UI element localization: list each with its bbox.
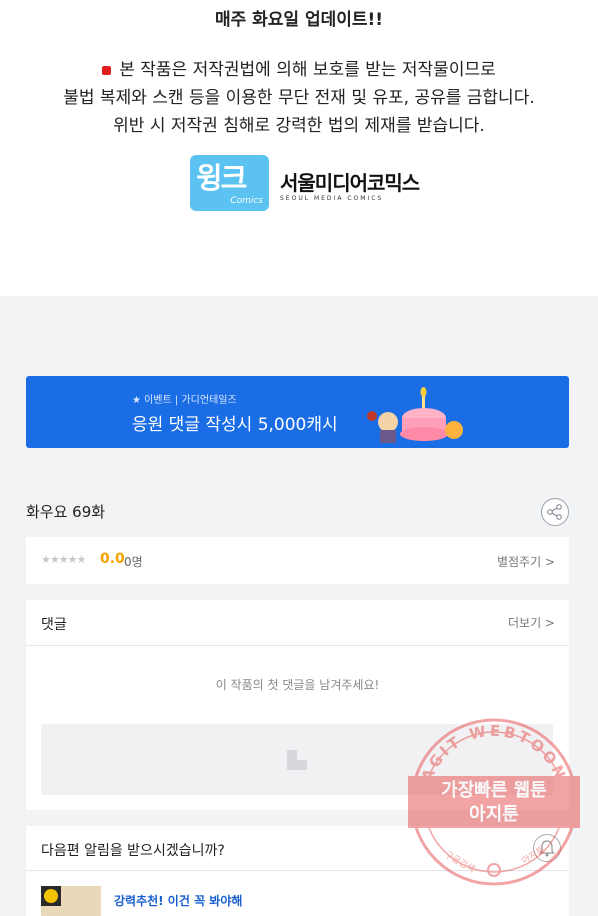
rating-score: 0.0 (100, 551, 125, 567)
update-schedule-text: 매주 화요일 업데이트!! (214, 10, 384, 30)
clock-icon (41, 886, 61, 906)
wink-comics-logo: 윙크 Comics (190, 155, 269, 211)
rating-box: ★★★★★ 0.0 0명 별점주기 > (26, 537, 569, 584)
comment-header: 댓글 (41, 617, 67, 633)
cake-characters-illustration (367, 387, 463, 443)
publisher-logos: 윙크 Comics 서울미디어코믹스 SEOUL MEDIA COMICS (190, 155, 450, 211)
image-placeholder-icon (287, 750, 307, 770)
promo-link[interactable]: 강력추천! 이건 꼭 봐야해 (114, 892, 242, 909)
red-bullet-icon (102, 65, 112, 75)
seoul-media-comics-logo: 서울미디어코믹스 SEOUL MEDIA COMICS (280, 171, 420, 202)
divider (26, 645, 569, 646)
banner-headline: 응원 댓글 작성시 5,000캐시 (132, 415, 338, 435)
copyright-notice-section: 매주 화요일 업데이트!! 본 작품은 저작권법에 의해 보호를 받는 저작물이… (0, 0, 598, 296)
notice-line-3: 위반 시 저작권 침해로 강력한 법의 제재를 받습니다. (113, 116, 485, 136)
promo-thumbnail[interactable] (41, 886, 101, 916)
share-button[interactable] (541, 498, 569, 526)
alert-question: 다음편 알림을 받으시겠습니까? (41, 843, 225, 859)
rate-button[interactable]: 별점주기 > (497, 553, 555, 570)
bell-icon (539, 840, 555, 857)
comment-input-area[interactable] (41, 724, 553, 795)
alert-toggle-button[interactable] (533, 834, 561, 862)
empty-comment-message: 이 작품의 첫 댓글을 남겨주세요! (215, 678, 380, 692)
banner-tag: ★ 이벤트 | 가디언테일즈 (132, 395, 237, 406)
comments-more-button[interactable]: 더보기 > (508, 614, 555, 631)
episode-title: 화우요 69화 (26, 503, 106, 521)
rating-stars-icon: ★★★★★ (41, 553, 86, 566)
notice-line-1: 본 작품은 저작권법에 의해 보호를 받는 저작물이므로 (0, 56, 598, 84)
copyright-notice: 본 작품은 저작권법에 의해 보호를 받는 저작물이므로 불법 복제와 스캔 등… (0, 56, 598, 140)
next-episode-alert: 다음편 알림을 받으시겠습니까? 강력추천! 이건 꼭 봐야해 (26, 826, 569, 916)
rating-count: 0명 (124, 555, 143, 569)
share-icon (547, 504, 562, 520)
comment-section: 댓글 더보기 > 이 작품의 첫 댓글을 남겨주세요! (26, 600, 569, 810)
event-banner[interactable]: ★ 이벤트 | 가디언테일즈 응원 댓글 작성시 5,000캐시 (26, 376, 569, 448)
divider (26, 870, 569, 871)
notice-line-2: 불법 복제와 스캔 등을 이용한 무단 전재 및 유포, 공유를 금합니다. (63, 88, 535, 108)
